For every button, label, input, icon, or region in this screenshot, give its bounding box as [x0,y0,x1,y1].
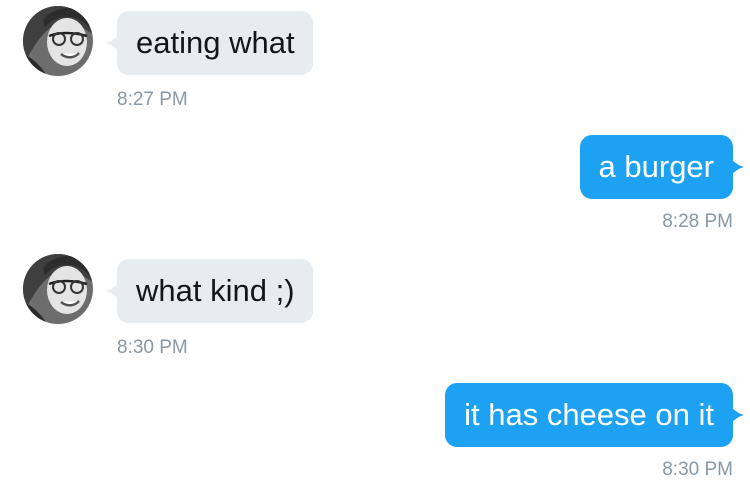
message-text: a burger [598,149,714,184]
message-timestamp: 8:30 PM [117,337,188,358]
message-timestamp: 8:27 PM [117,89,188,110]
message-bubble-incoming[interactable]: eating what [106,11,313,75]
bubble-tail-right-icon [730,405,744,425]
bubble-tail-right-icon [730,157,744,177]
message-timestamp: 8:30 PM [662,459,733,480]
avatar-photo-icon [23,6,93,76]
bubble-tail-left-icon [106,281,120,301]
bubble-tail-left-icon [106,33,120,53]
message-bubble-incoming[interactable]: what kind ;) [106,259,313,323]
message-text: it has cheese on it [464,397,714,432]
message-bubble-outgoing[interactable]: a burger [579,135,744,199]
message-text: what kind ;) [136,273,295,308]
message-bubble-outgoing[interactable]: it has cheese on it [445,383,744,447]
message-text: eating what [136,25,295,60]
sender-avatar[interactable] [23,6,93,76]
sender-avatar[interactable] [23,254,93,324]
avatar-photo-icon [23,254,93,324]
message-timestamp: 8:28 PM [662,211,733,232]
